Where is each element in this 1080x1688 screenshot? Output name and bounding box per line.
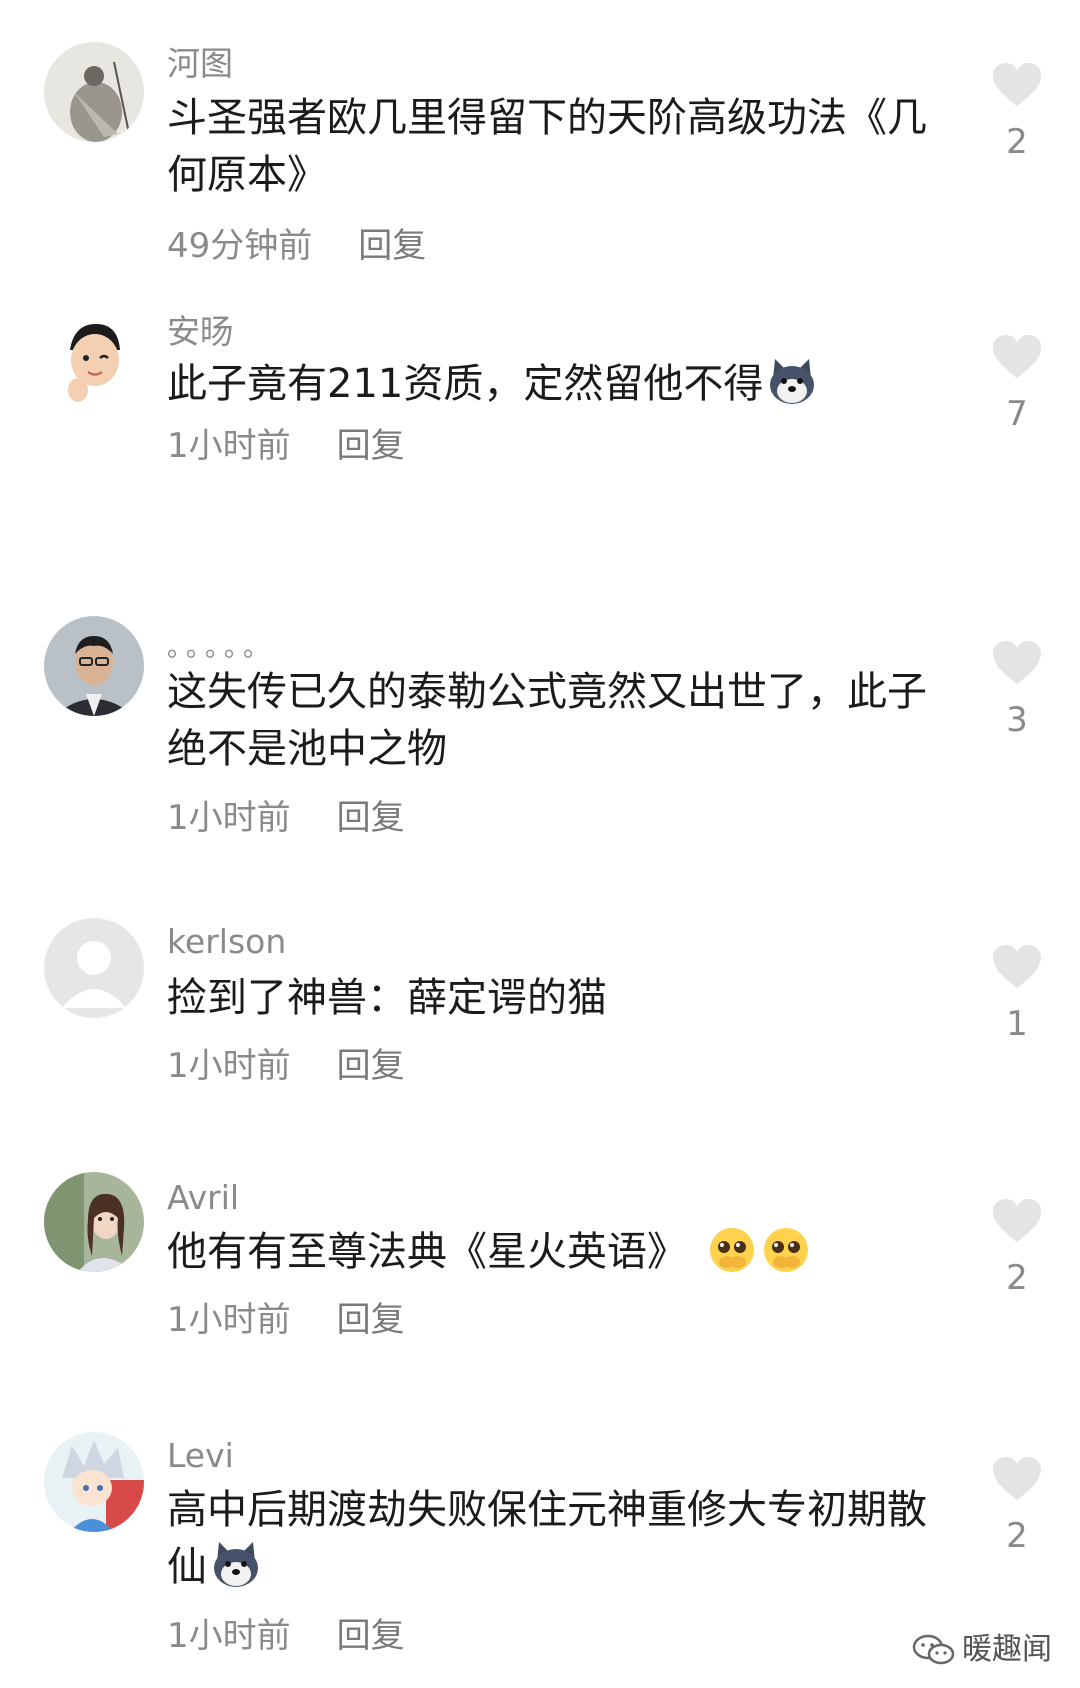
comment-time: 1小时前	[167, 798, 291, 838]
like-count: 2	[1006, 1516, 1028, 1556]
comment-meta: 1小时前 回复	[167, 1300, 405, 1340]
avatar[interactable]	[44, 310, 144, 410]
pleading-face-emoji	[761, 1225, 811, 1275]
like-count: 1	[1006, 1004, 1028, 1044]
comment-text: 斗圣强者欧几里得留下的天阶高级功法《几何原本》	[167, 95, 927, 198]
like-button[interactable]: 2	[990, 1456, 1044, 1556]
heart-icon	[993, 335, 1041, 378]
like-button[interactable]: 7	[990, 334, 1044, 434]
husky-emoji	[211, 1540, 261, 1590]
avatar[interactable]	[44, 616, 144, 716]
like-count: 7	[1006, 394, 1028, 434]
watermark-text: 暖趣闻	[962, 1632, 1052, 1667]
comment-time: 1小时前	[167, 1046, 291, 1086]
like-button[interactable]: 3	[990, 640, 1044, 740]
username[interactable]: Levi	[167, 1436, 234, 1476]
like-count: 2	[1006, 122, 1028, 162]
username[interactable]: 。。。。。	[167, 628, 275, 668]
username[interactable]: Avril	[167, 1178, 239, 1218]
comment-text: 此子竟有211资质，定然留他不得	[167, 356, 927, 413]
heart-icon	[993, 1199, 1041, 1242]
reply-button[interactable]: 回复	[337, 798, 405, 838]
like-button[interactable]: 2	[990, 62, 1044, 162]
comment-meta: 1小时前 回复	[167, 426, 405, 466]
reply-button[interactable]: 回复	[337, 1300, 405, 1340]
husky-emoji	[767, 357, 817, 407]
username[interactable]: kerlson	[167, 922, 286, 962]
reply-button[interactable]: 回复	[337, 1046, 405, 1086]
avatar[interactable]	[44, 42, 144, 142]
like-button[interactable]: 2	[990, 1198, 1044, 1298]
watermark: 暖趣闻	[912, 1630, 1052, 1670]
reply-button[interactable]: 回复	[337, 1616, 405, 1656]
like-count: 3	[1006, 700, 1028, 740]
avatar[interactable]	[44, 1172, 144, 1272]
reply-button[interactable]: 回复	[337, 426, 405, 466]
comment-text: 他有有至尊法典《星火英语》	[167, 1224, 927, 1281]
comment-text: 高中后期渡劫失败保住元神重修大专初期散仙	[167, 1487, 927, 1590]
username[interactable]: 安旸	[167, 312, 233, 352]
heart-icon	[993, 945, 1041, 988]
comment-meta: 49分钟前 回复	[167, 226, 426, 266]
like-button[interactable]: 1	[990, 944, 1044, 1044]
comment-meta: 1小时前 回复	[167, 1046, 405, 1086]
comment-time: 1小时前	[167, 426, 291, 466]
pleading-face-emoji	[707, 1225, 757, 1275]
heart-icon	[993, 641, 1041, 684]
comment-time: 1小时前	[167, 1616, 291, 1656]
heart-icon	[993, 63, 1041, 106]
username[interactable]: 河图	[167, 44, 233, 84]
comment-meta: 1小时前 回复	[167, 1616, 405, 1656]
comment-time: 1小时前	[167, 1300, 291, 1340]
heart-icon	[993, 1457, 1041, 1500]
comment-text: 这失传已久的泰勒公式竟然又出世了，此子绝不是池中之物	[167, 669, 927, 772]
comment-text: 捡到了神兽：薛定谔的猫	[167, 975, 607, 1021]
avatar[interactable]	[44, 918, 144, 1018]
reply-button[interactable]: 回复	[358, 226, 426, 266]
avatar[interactable]	[44, 1432, 144, 1532]
comment-time: 49分钟前	[167, 226, 313, 266]
wechat-icon	[912, 1633, 956, 1667]
like-count: 2	[1006, 1258, 1028, 1298]
comment-meta: 1小时前 回复	[167, 798, 405, 838]
